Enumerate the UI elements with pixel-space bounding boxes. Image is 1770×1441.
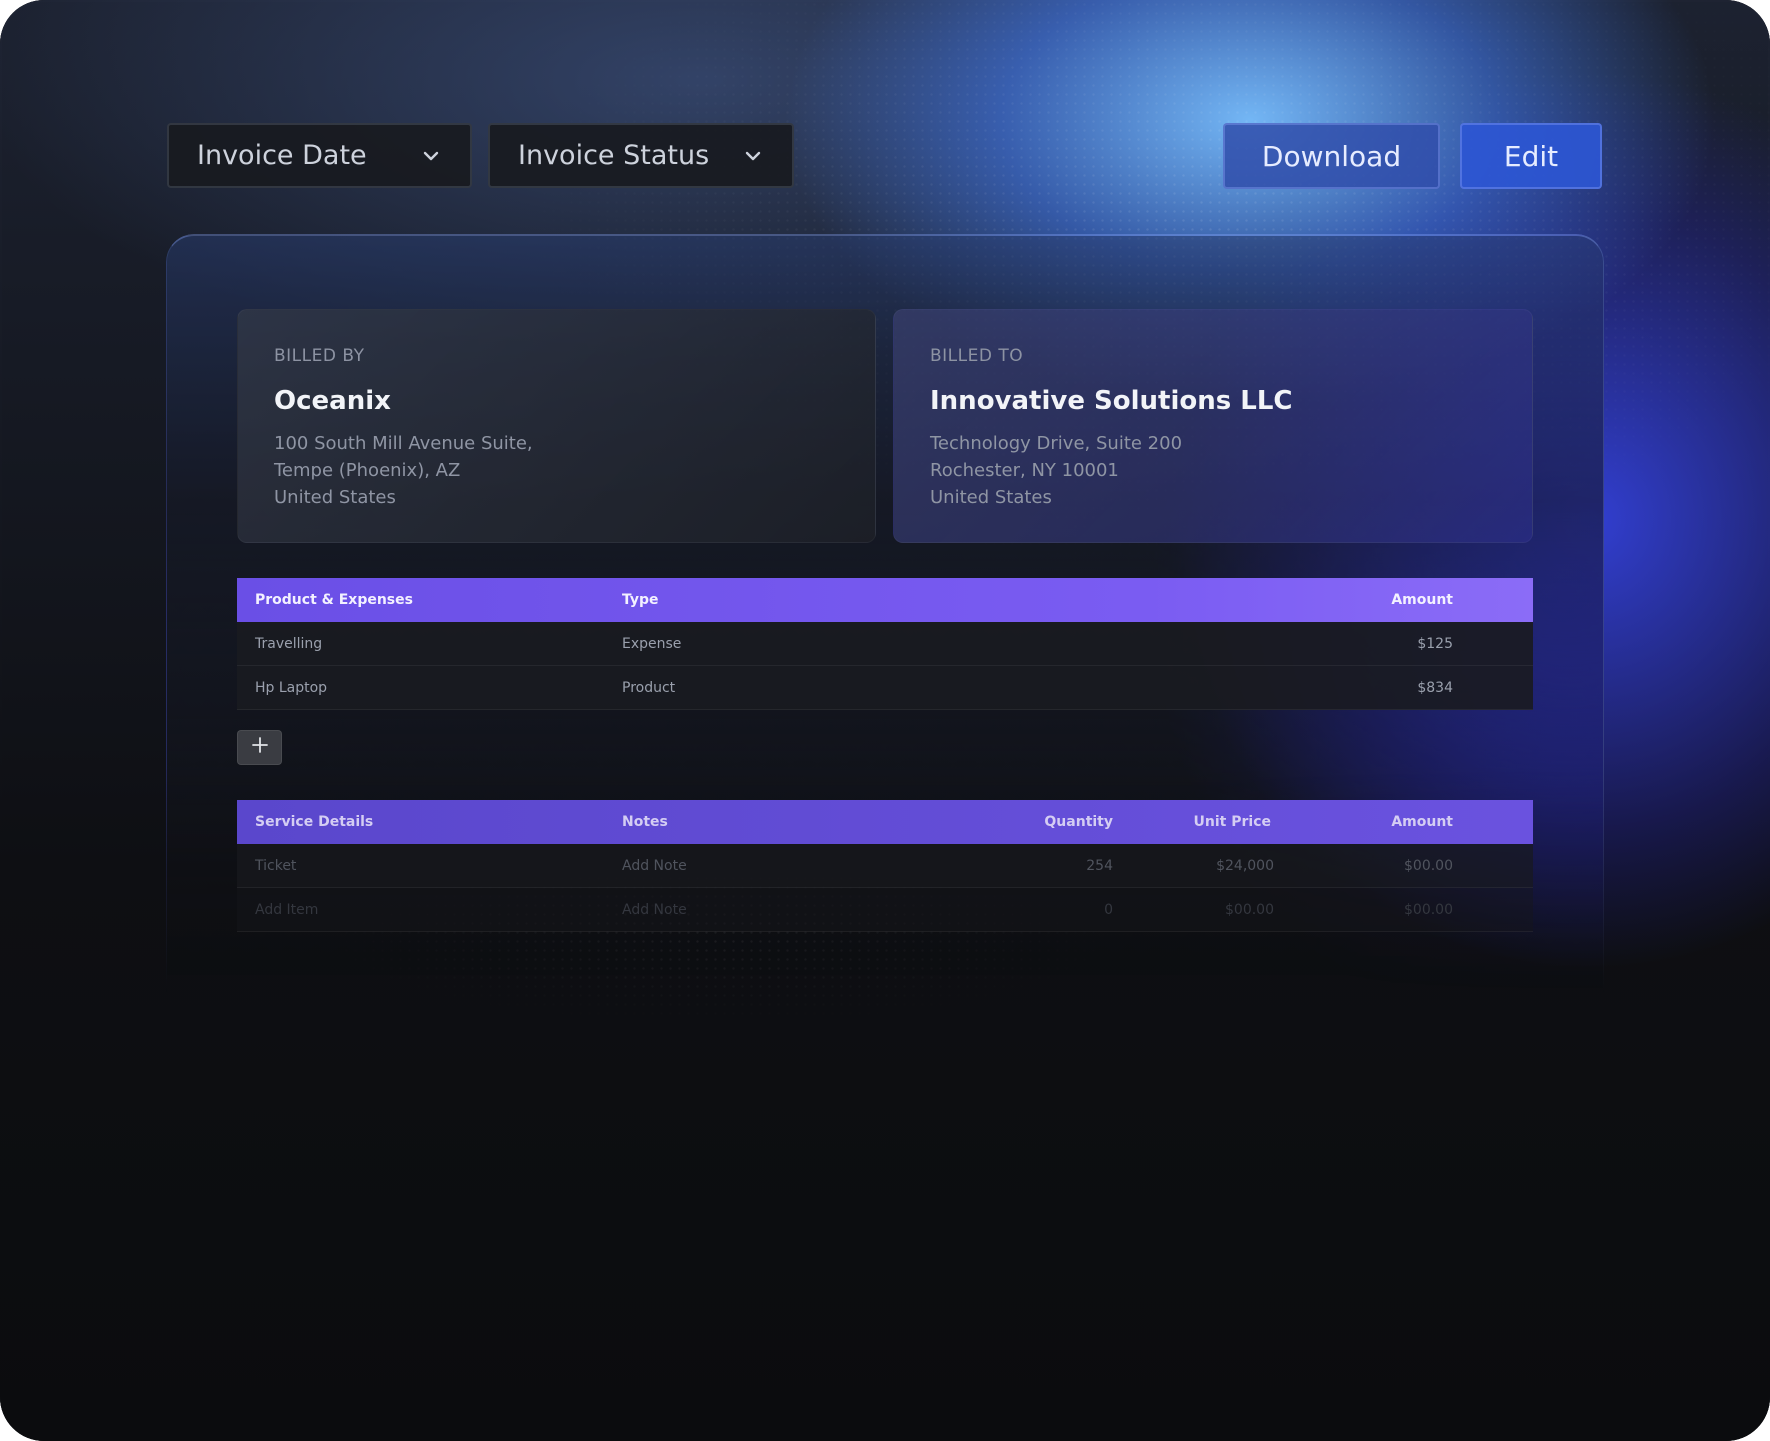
table-row[interactable]: Hp Laptop Product $834 xyxy=(237,666,1533,710)
table-row[interactable]: Ticket Add Note 254 $24,000 $00.00 xyxy=(237,844,1533,888)
product-type: Product xyxy=(622,679,676,696)
table-row[interactable]: Add Item Add Note 0 $00.00 $00.00 xyxy=(237,888,1533,932)
billed-to-address-line: Rochester, NY 10001 xyxy=(930,460,1119,481)
column-header-notes: Notes xyxy=(622,814,668,830)
column-header-service: Service Details xyxy=(255,814,374,830)
billed-to-address-line: United States xyxy=(930,487,1052,508)
app-frame: Invoice Date Invoice Status Download Edi… xyxy=(0,0,1770,1441)
edit-button[interactable]: Edit xyxy=(1460,123,1602,189)
billed-by-address-line: United States xyxy=(274,487,396,508)
service-name[interactable]: Add Item xyxy=(255,902,318,918)
product-amount: $125 xyxy=(1417,635,1453,652)
chevron-down-icon xyxy=(744,147,762,165)
billed-to-label: BILLED TO xyxy=(930,346,1024,366)
billed-by-panel: BILLED BY Oceanix 100 South Mill Avenue … xyxy=(237,309,876,543)
service-quantity[interactable]: 254 xyxy=(1086,858,1113,874)
download-button[interactable]: Download xyxy=(1223,123,1440,189)
plus-icon xyxy=(251,736,269,759)
add-row-button[interactable] xyxy=(237,730,282,765)
table-header: Service Details Notes Quantity Unit Pric… xyxy=(237,800,1533,844)
service-amount: $00.00 xyxy=(1404,901,1453,918)
billed-to-panel: BILLED TO Innovative Solutions LLC Techn… xyxy=(893,309,1533,543)
services-table: Service Details Notes Quantity Unit Pric… xyxy=(237,800,1533,932)
service-amount: $00.00 xyxy=(1404,857,1453,874)
column-header-amount: Amount xyxy=(1391,592,1453,608)
column-header-quantity: Quantity xyxy=(1044,814,1113,830)
invoice-status-dropdown[interactable]: Invoice Status xyxy=(488,123,794,188)
service-note[interactable]: Add Note xyxy=(622,858,687,874)
billed-to-name: Innovative Solutions LLC xyxy=(930,386,1293,416)
invoice-date-label: Invoice Date xyxy=(197,140,367,171)
column-header-product: Product & Expenses xyxy=(255,592,413,608)
service-unit-price[interactable]: $00.00 xyxy=(1225,902,1274,918)
service-note[interactable]: Add Note xyxy=(622,902,687,918)
service-quantity[interactable]: 0 xyxy=(1104,902,1113,918)
table-row[interactable]: Travelling Expense $125 xyxy=(237,622,1533,666)
billed-by-address-line: Tempe (Phoenix), AZ xyxy=(274,460,461,481)
invoice-status-label: Invoice Status xyxy=(518,140,710,171)
service-unit-price[interactable]: $24,000 xyxy=(1216,858,1274,874)
product-type: Expense xyxy=(622,635,682,652)
table-header: Product & Expenses Type Amount xyxy=(237,578,1533,622)
product-name: Travelling xyxy=(255,635,323,652)
service-name[interactable]: Ticket xyxy=(255,858,296,874)
product-name: Hp Laptop xyxy=(255,679,328,696)
billed-by-label: BILLED BY xyxy=(274,346,365,366)
products-table: Product & Expenses Type Amount Travellin… xyxy=(237,578,1533,710)
billed-to-address-line: Technology Drive, Suite 200 xyxy=(930,433,1183,454)
billed-by-address-line: 100 South Mill Avenue Suite, xyxy=(274,433,533,454)
column-header-amount: Amount xyxy=(1391,814,1453,830)
chevron-down-icon xyxy=(422,147,440,165)
product-amount: $834 xyxy=(1417,679,1453,696)
column-header-unit-price: Unit Price xyxy=(1193,814,1271,830)
invoice-date-dropdown[interactable]: Invoice Date xyxy=(167,123,472,188)
column-header-type: Type xyxy=(622,592,659,608)
billed-by-name: Oceanix xyxy=(274,386,391,416)
